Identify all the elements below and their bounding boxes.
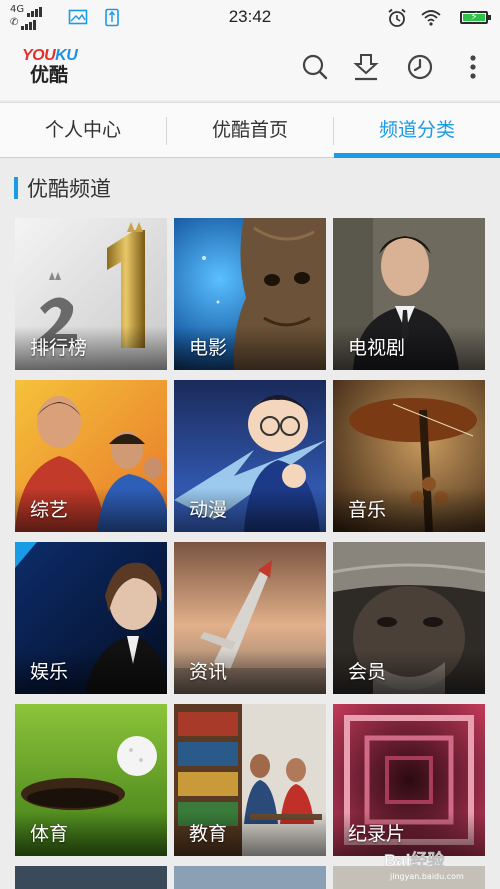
channel-tile-music[interactable]: 音乐 bbox=[333, 380, 485, 532]
status-bar: 4G ✆ 23:42 ⚡ bbox=[0, 0, 500, 36]
channel-tile-variety[interactable]: 综艺 bbox=[15, 380, 167, 532]
section-header: 优酷频道 bbox=[14, 175, 111, 201]
svg-text:jingyan.baidu.com: jingyan.baidu.com bbox=[389, 872, 464, 881]
channel-label: 资讯 bbox=[189, 661, 228, 683]
channel-tile-anime[interactable]: 动漫 bbox=[174, 380, 326, 532]
channel-tile-documentary[interactable]: 纪录片 bbox=[333, 704, 485, 856]
channel-label: 娱乐 bbox=[30, 661, 69, 683]
channel-tile-movie[interactable]: 电影 bbox=[174, 218, 326, 370]
svg-text:Bai经验: Bai经验 bbox=[384, 850, 445, 870]
section-title: 优酷频道 bbox=[27, 177, 111, 201]
tab-bar: 个人中心 优酷首页 频道分类 bbox=[0, 102, 500, 158]
baidu-jingyan-watermark: Bai经验 jingyan.baidu.com bbox=[384, 846, 496, 882]
download-icon bbox=[353, 54, 379, 81]
baidu-paw-logo: Bai经验 jingyan.baidu.com bbox=[384, 850, 464, 881]
alarm-icon bbox=[388, 8, 406, 27]
channel-tile-education[interactable]: 教育 bbox=[174, 704, 326, 856]
channel-tile-news[interactable]: 资讯 bbox=[174, 542, 326, 694]
search-icon bbox=[302, 54, 328, 80]
channel-tile-ranking[interactable]: 排行榜 bbox=[15, 218, 167, 370]
active-tab-indicator bbox=[334, 153, 500, 158]
channel-label: 教育 bbox=[189, 823, 228, 845]
channel-tile-partial[interactable] bbox=[15, 866, 167, 889]
channel-tile-sports[interactable]: 体育 bbox=[15, 704, 167, 856]
channel-tile-entertainment[interactable]: 娱乐 bbox=[15, 542, 167, 694]
tab-channel-categories[interactable]: 频道分类 bbox=[334, 103, 500, 158]
channel-tile-membership[interactable]: 会员 bbox=[333, 542, 485, 694]
channel-label: 纪录片 bbox=[348, 823, 406, 845]
channel-tile-partial[interactable] bbox=[174, 866, 326, 889]
channel-label: 排行榜 bbox=[30, 337, 88, 359]
history-button[interactable] bbox=[403, 50, 437, 84]
channel-label: 综艺 bbox=[30, 499, 69, 521]
channel-label: 音乐 bbox=[348, 499, 387, 521]
search-button[interactable] bbox=[298, 50, 332, 84]
tab-personal-center[interactable]: 个人中心 bbox=[0, 103, 166, 158]
channel-label: 电视剧 bbox=[348, 337, 406, 359]
download-button[interactable] bbox=[349, 50, 383, 84]
section-accent-bar bbox=[14, 177, 18, 199]
history-icon bbox=[407, 54, 433, 80]
more-icon bbox=[470, 55, 476, 79]
channel-label: 电影 bbox=[189, 337, 228, 359]
tab-youku-home[interactable]: 优酷首页 bbox=[167, 103, 333, 158]
app-header: YOUKU 优酷 bbox=[0, 36, 500, 100]
more-button[interactable] bbox=[456, 50, 490, 84]
wifi-icon bbox=[421, 10, 441, 26]
youku-logo[interactable]: YOUKU 优酷 bbox=[22, 48, 82, 87]
channel-label: 动漫 bbox=[189, 499, 228, 521]
channel-tile-tv-series[interactable]: 电视剧 bbox=[333, 218, 485, 370]
channel-label: 会员 bbox=[348, 661, 387, 683]
channel-label: 体育 bbox=[30, 823, 69, 845]
battery-icon: ⚡ bbox=[460, 10, 491, 24]
